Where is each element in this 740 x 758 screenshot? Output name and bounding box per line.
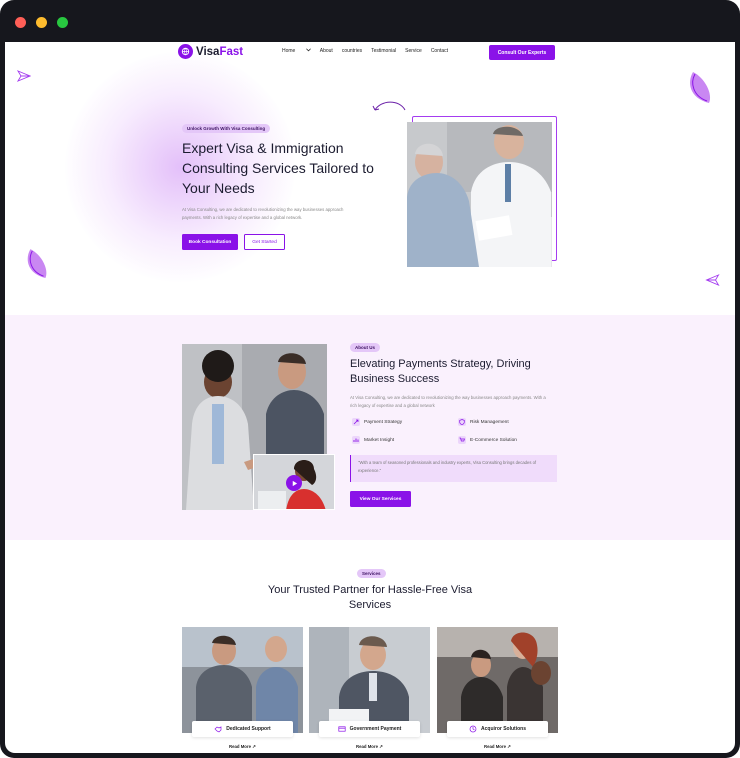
main-menu: Home About countries Testimonial Service… bbox=[282, 48, 457, 54]
page-viewport: VisaFast Home About countries Testimonia… bbox=[5, 42, 735, 753]
about-description: At Visa Consulting, we are dedicated to … bbox=[350, 395, 546, 408]
get-started-button[interactable]: Get Started bbox=[244, 234, 285, 250]
feature-payment-strategy: Payment Strategy bbox=[352, 418, 402, 426]
maximize-window-dot[interactable] bbox=[57, 17, 68, 28]
service-card-image-1[interactable] bbox=[182, 627, 303, 733]
top-navigation: VisaFast Home About countries Testimonia… bbox=[5, 42, 735, 64]
brand-name: VisaFast bbox=[196, 45, 244, 58]
paper-plane-icon bbox=[17, 70, 31, 82]
video-thumbnail[interactable] bbox=[253, 454, 335, 510]
curved-arrow-decoration bbox=[372, 101, 406, 111]
service-card-label-3[interactable]: Acquiror Solutions bbox=[447, 721, 548, 737]
nav-service[interactable]: Service bbox=[405, 48, 422, 54]
read-more-link-3[interactable]: Read More ↗ bbox=[484, 744, 511, 750]
about-badge: About Us bbox=[350, 343, 380, 352]
payment-icon bbox=[338, 726, 346, 732]
brand-logo[interactable]: VisaFast bbox=[178, 44, 243, 59]
hero-photo-consultation bbox=[407, 122, 552, 267]
about-title: Elevating Payments Strategy, Driving Bus… bbox=[350, 358, 531, 385]
leaf-shape-decoration bbox=[690, 72, 711, 103]
nav-home[interactable]: Home bbox=[282, 48, 311, 54]
play-button[interactable] bbox=[286, 475, 302, 491]
service-card-image-3[interactable] bbox=[437, 627, 558, 733]
service-card-label-2[interactable]: Government Payment bbox=[319, 721, 420, 737]
nav-about[interactable]: About bbox=[320, 48, 333, 54]
consult-experts-button[interactable]: Consult Our Experts bbox=[489, 45, 555, 60]
services-badge: Services bbox=[357, 569, 386, 578]
feature-ecommerce-solution: E-Commerce Solution bbox=[458, 436, 517, 444]
chevron-down-icon bbox=[305, 48, 311, 52]
hero-description: At Visa Consulting, we are dedicated to … bbox=[182, 207, 344, 220]
hero-badge: Unlock Growth With Visa Consulting bbox=[182, 124, 271, 133]
book-consultation-button[interactable]: Book Consultation bbox=[182, 234, 238, 250]
view-services-button[interactable]: View Our Services bbox=[350, 491, 411, 507]
nav-testimonial[interactable]: Testimonial bbox=[371, 48, 396, 54]
leaf-shape-decoration bbox=[27, 249, 47, 278]
globe-icon bbox=[178, 44, 193, 59]
nav-countries[interactable]: countries bbox=[342, 48, 362, 54]
service-card-image-2[interactable] bbox=[309, 627, 430, 733]
feature-risk-management: Risk Management bbox=[458, 418, 509, 426]
nav-contact[interactable]: Contact bbox=[431, 48, 448, 54]
cart-icon bbox=[458, 436, 466, 444]
strategy-icon bbox=[352, 418, 360, 426]
shield-icon bbox=[458, 418, 466, 426]
read-more-link-2[interactable]: Read More ↗ bbox=[356, 744, 383, 750]
window-controls bbox=[15, 17, 68, 28]
feature-market-insight: Market Insight bbox=[352, 436, 394, 444]
paper-plane-icon bbox=[705, 274, 720, 286]
read-more-link-1[interactable]: Read More ↗ bbox=[229, 744, 256, 750]
about-quote: "With a team of seasoned professionals a… bbox=[350, 455, 557, 482]
services-title: Your Trusted Partner for Hassle-Free Vis… bbox=[267, 584, 473, 611]
hero-title: Expert Visa & Immigration Consulting Ser… bbox=[182, 140, 374, 196]
chart-icon bbox=[352, 436, 360, 444]
close-window-dot[interactable] bbox=[15, 17, 26, 28]
browser-window: VisaFast Home About countries Testimonia… bbox=[0, 0, 740, 758]
service-card-label-1[interactable]: Dedicated Support bbox=[192, 721, 293, 737]
minimize-window-dot[interactable] bbox=[36, 17, 47, 28]
solutions-icon bbox=[469, 725, 477, 733]
handshake-icon bbox=[214, 726, 222, 733]
play-icon bbox=[292, 480, 297, 486]
